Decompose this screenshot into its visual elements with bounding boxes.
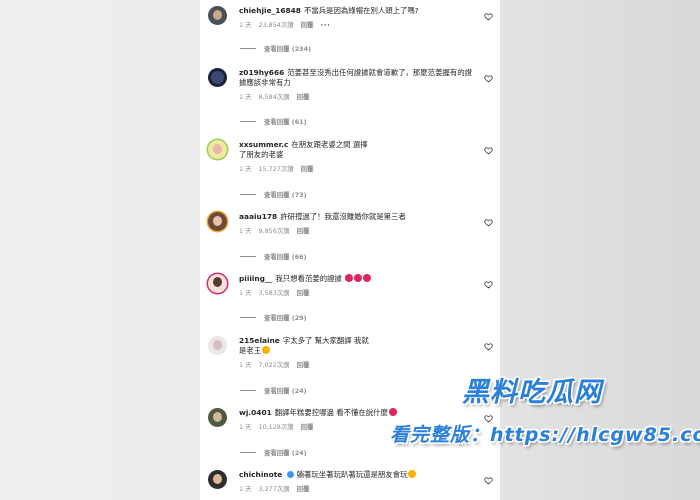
comment-body: 我只想看范姜的證據 (275, 274, 342, 283)
view-replies-label: 查看回覆 (24) (264, 387, 307, 395)
heart-icon[interactable] (484, 12, 493, 21)
avatar[interactable] (208, 212, 227, 231)
comment-text: xxsummer.c 在朋友跟老婆之間 選擇了朋友的老婆 (239, 140, 369, 160)
like-count[interactable]: 7,022次讚 (259, 360, 290, 369)
comment-time: 1 天 (239, 289, 252, 297)
heart-icon[interactable] (484, 146, 493, 155)
grinning-face-emoji-icon (408, 470, 417, 478)
reply-button[interactable]: 回覆 (297, 360, 310, 369)
comment-text: wj.0401 翻譯年糕要控哪邊 看不懂在說什麼 (239, 408, 474, 418)
smiling-face-emoji-icon (345, 274, 354, 282)
like-count[interactable]: 10,128次讚 (259, 422, 294, 431)
comment-meta: 1 天 7,022次讚 回覆 (239, 360, 474, 369)
view-replies-label: 查看回覆 (66) (264, 253, 307, 261)
view-replies-label: 查看回覆 (29) (264, 314, 307, 322)
divider-line (240, 121, 256, 122)
avatar[interactable] (208, 140, 227, 159)
heart-icon[interactable] (484, 476, 493, 485)
comment-meta: 1 天 23,854次讚 回覆 ··· (239, 20, 474, 30)
comment-username[interactable]: piiiing__ (239, 274, 272, 283)
reply-button[interactable]: 回覆 (297, 288, 310, 297)
watermark-title: 黑料吃瓜网 (462, 377, 602, 408)
comment-text: chichinote 躺著玩坐著玩趴著玩還是朋友會玩 (239, 470, 474, 480)
comment-meta: 1 天 3,583次讚 回覆 (239, 288, 474, 297)
comment-meta: 1 天 8,584次讚 回覆 (239, 92, 474, 101)
reply-button[interactable]: 回覆 (301, 20, 314, 29)
comment-username[interactable]: chiehjie_16848 (239, 6, 301, 15)
comment-text: chiehjie_16848 不當兵是因為綠帽在別人頭上了嗎? (239, 6, 474, 16)
reply-button[interactable]: 回覆 (301, 422, 314, 431)
comment-username[interactable]: wj.0401 (239, 408, 272, 417)
avatar[interactable] (208, 274, 227, 293)
comment-username[interactable]: 215elaine (239, 336, 280, 345)
watermark-url: 看完整版：https://hlcgw85.com (390, 424, 700, 446)
comment-text: z019hy666 范姜甚至沒秀出任何證據就會道歉了，那麼范姜握有的證據應該非常有… (239, 68, 474, 88)
view-replies-button[interactable]: 查看回覆 (29) (240, 313, 307, 322)
divider-line (240, 256, 256, 257)
comment-body: 不當兵是因為綠帽在別人頭上了嗎? (303, 6, 419, 15)
comment-time: 1 天 (239, 423, 252, 431)
divider-line (240, 390, 256, 391)
divider-line (240, 48, 256, 49)
comment-time: 1 天 (239, 227, 252, 235)
comment-username[interactable]: aaaiu178 (239, 212, 277, 221)
view-replies-label: 查看回覆 (61) (264, 118, 307, 126)
comment-time: 1 天 (239, 21, 252, 29)
heart-icon[interactable] (484, 218, 493, 227)
comment-username[interactable]: xxsummer.c (239, 140, 288, 149)
avatar[interactable] (208, 336, 227, 355)
like-count[interactable]: 15,727次讚 (259, 164, 294, 173)
view-replies-button[interactable]: 查看回覆 (24) (240, 386, 307, 395)
view-replies-button[interactable]: 查看回覆 (24) (240, 448, 307, 457)
heart-icon[interactable] (484, 280, 493, 289)
comment-meta: 1 天 15,727次讚 回覆 (239, 164, 474, 173)
like-count[interactable]: 23,854次讚 (259, 20, 294, 29)
view-replies-button[interactable]: 查看回覆 (73) (240, 190, 307, 199)
reply-button[interactable]: 回覆 (297, 92, 310, 101)
comment-text: aaaiu178 許研撐過了！我還沒離婚你就是第三者 (239, 212, 474, 222)
more-options-icon[interactable]: ··· (320, 21, 330, 29)
reply-button[interactable]: 回覆 (297, 226, 310, 235)
comment-text: 215elaine 字太多了 幫大家翻譯 我就是老王 (239, 336, 369, 356)
smiling-face-emoji-icon (388, 408, 397, 416)
like-count[interactable]: 9,856次讚 (259, 226, 290, 235)
heart-icon[interactable] (484, 74, 493, 83)
divider-line (240, 317, 256, 318)
like-count[interactable]: 3,277次讚 (259, 484, 290, 493)
grinning-face-emoji-icon (262, 346, 271, 354)
divider-line (240, 452, 256, 453)
comment-text: piiiing__ 我只想看范姜的證據 (239, 274, 474, 284)
comment-time: 1 天 (239, 361, 252, 369)
view-replies-button[interactable]: 查看回覆 (234) (240, 44, 311, 53)
verified-badge-icon (287, 471, 295, 478)
comment-time: 1 天 (239, 165, 252, 173)
comment-meta: 1 天 9,856次讚 回覆 (239, 226, 474, 235)
smiling-face-emoji-icon (354, 274, 363, 282)
divider-line (240, 194, 256, 195)
heart-icon[interactable] (484, 342, 493, 351)
view-replies-button[interactable]: 查看回覆 (66) (240, 252, 307, 261)
view-replies-label: 查看回覆 (24) (264, 449, 307, 457)
avatar[interactable] (208, 408, 227, 427)
comment-username[interactable]: chichinote (239, 470, 282, 479)
smiling-face-emoji-icon (363, 274, 372, 282)
background-left (0, 0, 200, 500)
comment-body: 許研撐過了！我還沒離婚你就是第三者 (280, 212, 406, 221)
comment-body: 躺著玩坐著玩趴著玩還是朋友會玩 (296, 470, 408, 479)
view-replies-label: 查看回覆 (234) (264, 45, 311, 53)
comment-meta: 1 天 3,277次讚 回覆 (239, 484, 474, 493)
view-replies-label: 查看回覆 (73) (264, 191, 307, 199)
avatar[interactable] (208, 470, 227, 489)
comment-time: 1 天 (239, 93, 252, 101)
avatar[interactable] (208, 68, 227, 87)
comment-time: 1 天 (239, 485, 252, 493)
like-count[interactable]: 3,583次讚 (259, 288, 290, 297)
comment-username[interactable]: z019hy666 (239, 68, 284, 77)
reply-button[interactable]: 回覆 (297, 484, 310, 493)
like-count[interactable]: 8,584次讚 (259, 92, 290, 101)
view-replies-button[interactable]: 查看回覆 (61) (240, 117, 307, 126)
reply-button[interactable]: 回覆 (301, 164, 314, 173)
comment-body: 翻譯年糕要控哪邊 看不懂在說什麼 (274, 408, 388, 417)
avatar[interactable] (208, 6, 227, 25)
